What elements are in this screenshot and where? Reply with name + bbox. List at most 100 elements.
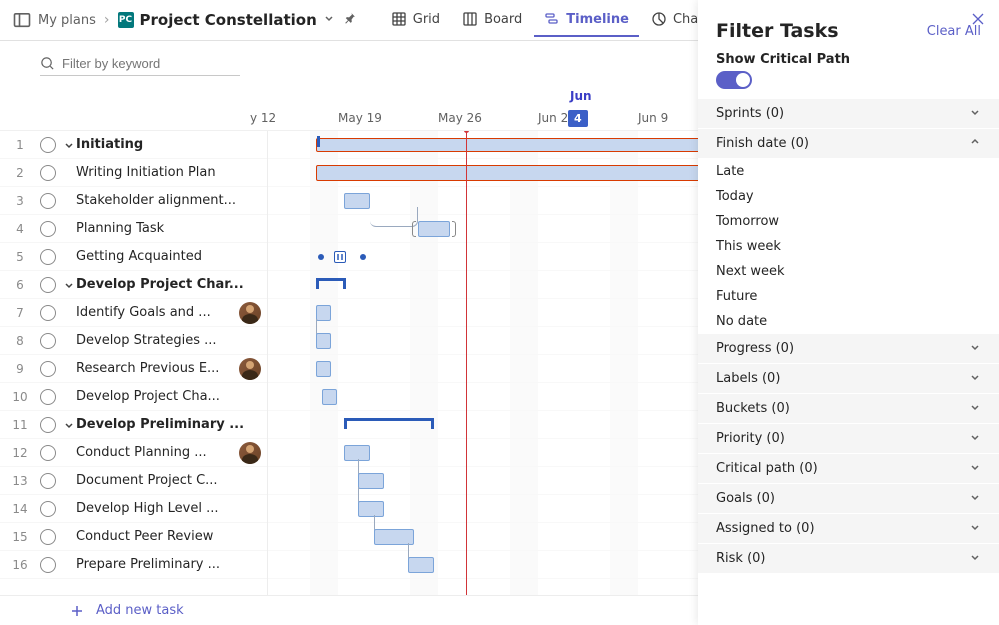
filter-input[interactable] [40, 52, 240, 76]
gantt-row[interactable] [268, 243, 698, 271]
complete-circle-icon[interactable] [40, 417, 56, 433]
task-row[interactable]: 8Develop Strategies ... [0, 327, 267, 355]
complete-circle-icon[interactable] [40, 249, 56, 265]
task-bar[interactable] [322, 389, 337, 405]
task-bar[interactable] [408, 557, 434, 573]
task-row[interactable]: 11Develop Preliminary ... [0, 411, 267, 439]
filter-option[interactable]: Late [698, 159, 999, 184]
gantt-row[interactable] [268, 131, 698, 159]
task-bar[interactable] [316, 361, 331, 377]
task-bar[interactable] [344, 193, 370, 209]
complete-circle-icon[interactable] [40, 361, 56, 377]
task-bar[interactable] [316, 165, 698, 181]
task-row[interactable]: 7Identify Goals and ... [0, 299, 267, 327]
complete-circle-icon[interactable] [40, 529, 56, 545]
filter-option[interactable]: Future [698, 284, 999, 309]
plan-menu-chevron-icon[interactable] [323, 12, 335, 28]
complete-circle-icon[interactable] [40, 165, 56, 181]
critical-path-toggle[interactable] [716, 71, 752, 89]
task-row[interactable]: 2Writing Initiation Plan [0, 159, 267, 187]
gantt-area[interactable] [268, 131, 698, 595]
gantt-row[interactable] [268, 355, 698, 383]
summary-bar[interactable] [344, 418, 434, 432]
gantt-row[interactable] [268, 299, 698, 327]
filter-option[interactable]: Next week [698, 259, 999, 284]
filter-section-header[interactable]: Sprints (0) [698, 99, 999, 129]
complete-circle-icon[interactable] [40, 277, 56, 293]
gantt-row[interactable] [268, 187, 698, 215]
gantt-row[interactable] [268, 383, 698, 411]
complete-circle-icon[interactable] [40, 137, 56, 153]
filter-section-header[interactable]: Progress (0) [698, 334, 999, 364]
filter-section-header[interactable]: Risk (0) [698, 544, 999, 574]
summary-bar[interactable] [316, 138, 698, 152]
complete-circle-icon[interactable] [40, 333, 56, 349]
nav-collapse-icon[interactable] [12, 10, 32, 30]
add-task-row[interactable]: Add new task [0, 595, 698, 625]
task-row[interactable]: 14Develop High Level ... [0, 495, 267, 523]
task-row[interactable]: 4Planning Task [0, 215, 267, 243]
filter-option[interactable]: This week [698, 234, 999, 259]
filter-section-header[interactable]: Buckets (0) [698, 394, 999, 424]
chevron-down-icon[interactable] [64, 420, 74, 430]
task-row[interactable]: 1Initiating [0, 131, 267, 159]
complete-circle-icon[interactable] [40, 389, 56, 405]
avatar[interactable] [239, 302, 261, 324]
milestone-icon[interactable] [334, 251, 346, 263]
timeline-today-marker[interactable]: 4 [568, 110, 588, 127]
complete-circle-icon[interactable] [40, 445, 56, 461]
task-row[interactable]: 10Develop Project Cha... [0, 383, 267, 411]
breadcrumb-parent[interactable]: My plans [38, 13, 96, 28]
filter-option[interactable]: Tomorrow [698, 209, 999, 234]
gantt-row[interactable] [268, 327, 698, 355]
chevron-down-icon[interactable] [64, 280, 74, 290]
task-bar[interactable] [418, 221, 450, 237]
gantt-row[interactable] [268, 439, 698, 467]
tab-board[interactable]: Board [452, 3, 532, 37]
task-name: Develop Project Cha... [76, 389, 267, 404]
task-row[interactable]: 12Conduct Planning ... [0, 439, 267, 467]
avatar[interactable] [239, 442, 261, 464]
gantt-row[interactable] [268, 551, 698, 579]
task-row[interactable]: 16Prepare Preliminary ... [0, 551, 267, 579]
close-icon[interactable] [971, 12, 985, 30]
complete-circle-icon[interactable] [40, 501, 56, 517]
task-row[interactable]: 5Getting Acquainted [0, 243, 267, 271]
gantt-row[interactable] [268, 271, 698, 299]
filter-section-header[interactable]: Priority (0) [698, 424, 999, 454]
task-bar[interactable] [316, 333, 331, 349]
task-row[interactable]: 13Document Project C... [0, 467, 267, 495]
tab-timeline[interactable]: Timeline [534, 3, 639, 37]
filter-section-header[interactable]: Finish date (0) [698, 129, 999, 159]
complete-circle-icon[interactable] [40, 305, 56, 321]
complete-circle-icon[interactable] [40, 221, 56, 237]
task-row[interactable]: 3Stakeholder alignment... [0, 187, 267, 215]
summary-bar[interactable] [316, 278, 346, 292]
filter-option[interactable]: Today [698, 184, 999, 209]
gantt-row[interactable] [268, 159, 698, 187]
task-row[interactable]: 9Research Previous E... [0, 355, 267, 383]
pin-icon[interactable] [343, 11, 357, 29]
gantt-row[interactable] [268, 467, 698, 495]
task-row[interactable]: 6Develop Project Char... [0, 271, 267, 299]
complete-circle-icon[interactable] [40, 473, 56, 489]
gantt-row[interactable] [268, 495, 698, 523]
gantt-row[interactable] [268, 523, 698, 551]
complete-circle-icon[interactable] [40, 557, 56, 573]
filter-option[interactable]: No date [698, 309, 999, 334]
gantt-row[interactable] [268, 411, 698, 439]
filter-section-header[interactable]: Goals (0) [698, 484, 999, 514]
chevron-down-icon[interactable] [64, 140, 74, 150]
gantt-row[interactable] [268, 215, 698, 243]
tab-grid[interactable]: Grid [381, 3, 450, 37]
complete-circle-icon[interactable] [40, 193, 56, 209]
filter-section-header[interactable]: Assigned to (0) [698, 514, 999, 544]
filter-section-header[interactable]: Labels (0) [698, 364, 999, 394]
plan-title[interactable]: Project Constellation [140, 11, 317, 29]
filter-section-header[interactable]: Critical path (0) [698, 454, 999, 484]
milestone-icon[interactable] [360, 254, 366, 260]
task-row[interactable]: 15Conduct Peer Review [0, 523, 267, 551]
avatar[interactable] [239, 358, 261, 380]
filter-section-label: Assigned to (0) [716, 521, 815, 536]
milestone-icon[interactable] [318, 254, 324, 260]
